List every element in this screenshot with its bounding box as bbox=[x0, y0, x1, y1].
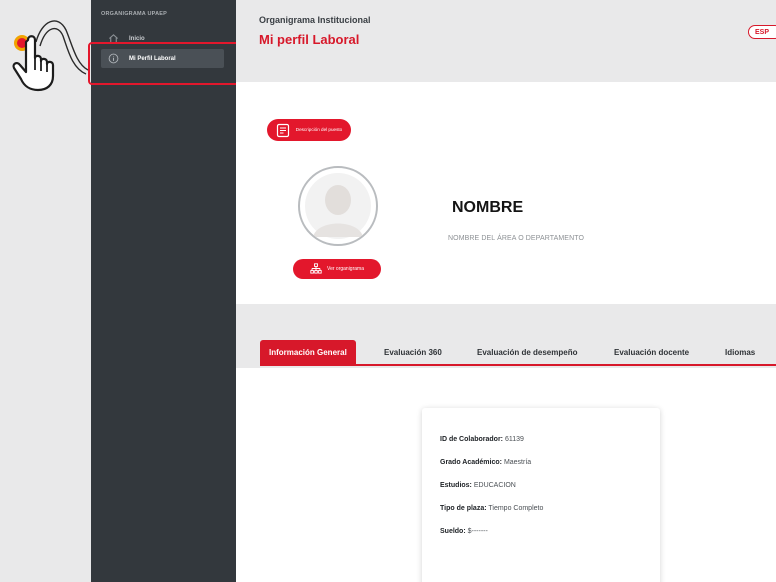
tab-informacion-general[interactable]: Información General bbox=[260, 340, 356, 364]
info-row-id: ID de Colaborador: 61139 bbox=[440, 436, 524, 443]
tab-evaluacion-desempeno[interactable]: Evaluación de desempeño bbox=[477, 340, 577, 364]
info-row-plaza: Tipo de plaza: Tiempo Completo bbox=[440, 505, 543, 512]
document-icon bbox=[276, 123, 290, 137]
page-header: Organigrama Institucional Mi perfil Labo… bbox=[236, 0, 776, 82]
info-value: Tiempo Completo bbox=[488, 505, 544, 512]
info-label: Grado Académico: bbox=[440, 459, 502, 466]
tabs-section: Información General Evaluación 360 Evalu… bbox=[236, 304, 776, 582]
info-label: Estudios: bbox=[440, 482, 472, 489]
info-label: ID de Colaborador: bbox=[440, 436, 504, 443]
tab-bar: Información General Evaluación 360 Evalu… bbox=[260, 340, 776, 366]
sidebar: ORGANIGRAMA UPAEP Inicio Mi Perfil Labor… bbox=[91, 0, 236, 582]
hand-pointer-icon bbox=[12, 20, 89, 92]
sidebar-item-label: Inicio bbox=[129, 35, 145, 42]
tab-evaluacion-360[interactable]: Evaluación 360 bbox=[384, 340, 442, 364]
info-row-grado: Grado Académico: Maestría bbox=[440, 459, 531, 466]
profile-section: Descripción del puesto Ver organigrama N… bbox=[236, 82, 776, 304]
avatar bbox=[298, 166, 378, 246]
employee-name: NOMBRE bbox=[452, 199, 524, 216]
person-photo-icon bbox=[305, 173, 371, 239]
info-label: Tipo de plaza: bbox=[440, 505, 487, 512]
descripcion-puesto-button[interactable]: Descripción del puesto bbox=[267, 119, 351, 141]
info-value: $------- bbox=[467, 528, 488, 535]
descripcion-puesto-label: Descripción del puesto bbox=[295, 126, 343, 132]
info-row-estudios: Estudios: EDUCACION bbox=[440, 482, 516, 489]
info-row-sueldo: Sueldo: $------- bbox=[440, 528, 488, 535]
tab-evaluacion-docente[interactable]: Evaluación docente bbox=[614, 340, 689, 364]
info-value: Maestría bbox=[503, 459, 532, 466]
breadcrumb: Organigrama Institucional bbox=[259, 15, 371, 25]
sidebar-brand: ORGANIGRAMA UPAEP bbox=[101, 11, 168, 17]
tab-content: ID de Colaborador: 61139 Grado Académico… bbox=[236, 368, 776, 582]
ver-organigrama-label: Ver organigrama bbox=[327, 266, 364, 272]
org-chart-icon bbox=[310, 263, 322, 274]
info-value: EDUCACION bbox=[473, 482, 516, 489]
info-value: 61139 bbox=[504, 436, 524, 443]
highlight-box bbox=[88, 42, 240, 85]
info-card: ID de Colaborador: 61139 Grado Académico… bbox=[422, 408, 660, 582]
language-toggle[interactable]: ESP bbox=[748, 25, 776, 39]
info-label: Sueldo: bbox=[440, 528, 466, 535]
page-title: Mi perfil Laboral bbox=[259, 32, 360, 47]
tab-idiomas[interactable]: Idiomas bbox=[725, 340, 755, 364]
department-name: NOMBRE DEL ÁREA O DEPARTAMENTO bbox=[448, 235, 585, 242]
ver-organigrama-button[interactable]: Ver organigrama bbox=[293, 259, 381, 279]
